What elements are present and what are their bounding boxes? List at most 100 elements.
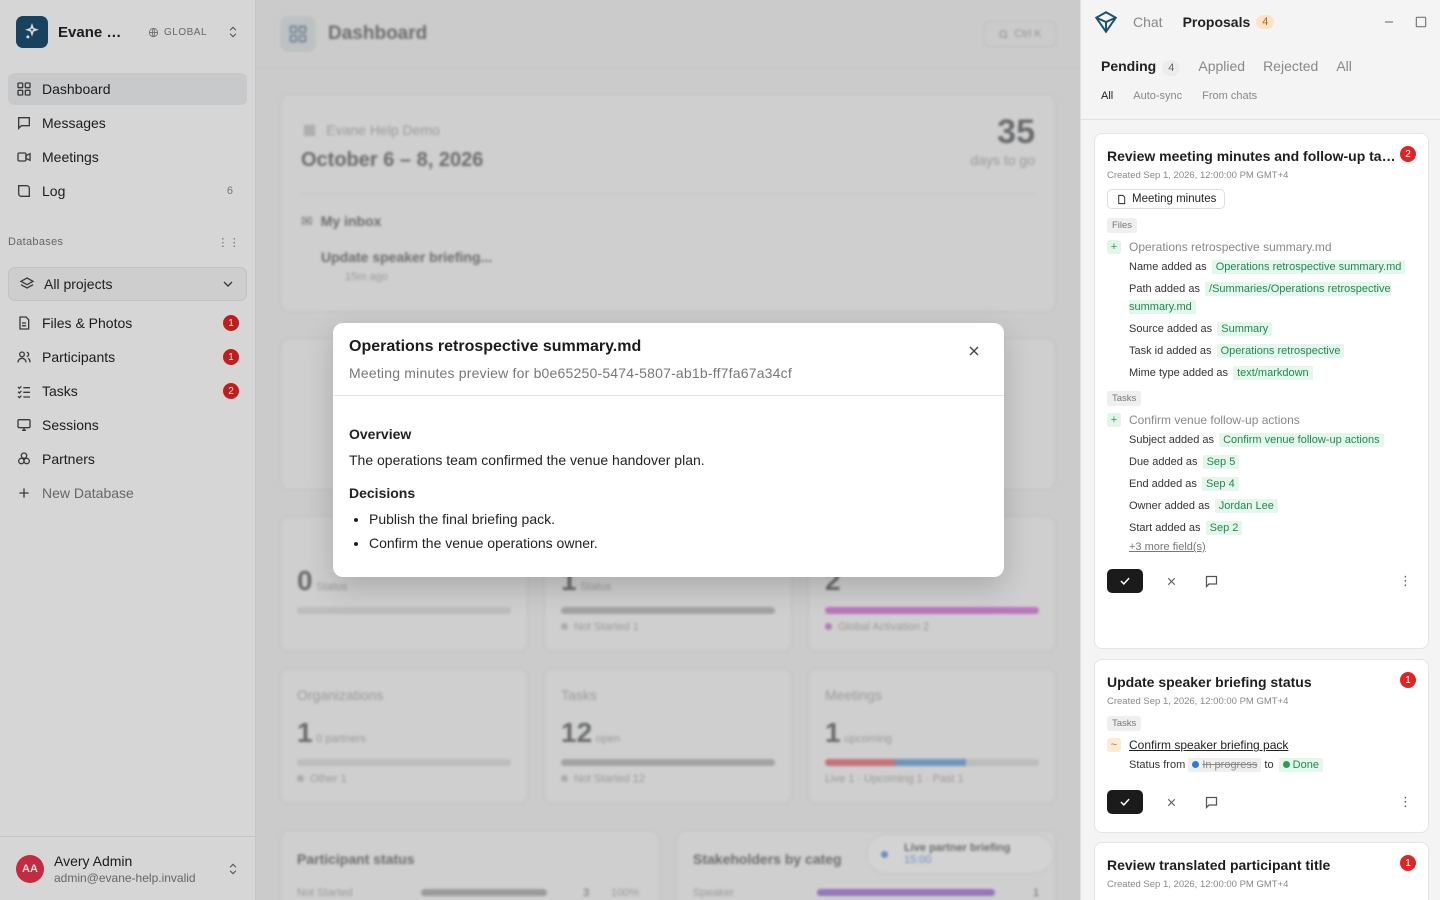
proposal-created: Created Sep 1, 2026, 12:00:00 PM GMT+4 — [1107, 170, 1289, 181]
file-preview-modal: Operations retrospective summary.md Meet… — [333, 323, 1004, 577]
field-change: Task id added as Operations retrospectiv… — [1129, 342, 1416, 360]
status-tabs: Pending 4 Applied Rejected All — [1081, 44, 1440, 76]
field-change: Mime type added as text/markdown — [1129, 364, 1416, 382]
plus-icon: + — [1107, 240, 1121, 254]
field-change: Owner added as Jordan Lee — [1129, 497, 1416, 515]
field-change: Name added as Operations retrospective s… — [1129, 258, 1416, 276]
maximize-icon[interactable] — [1414, 15, 1428, 29]
chip-label: Meeting minutes — [1132, 193, 1217, 205]
field-value: Confirm venue follow-up actions — [1219, 433, 1384, 447]
evane-logo-icon — [1094, 11, 1118, 34]
section-tag-tasks: Tasks — [1107, 716, 1142, 731]
tab-applied[interactable]: Applied — [1198, 58, 1245, 74]
field-value: Summary — [1217, 322, 1273, 336]
tab-pending[interactable]: Pending 4 — [1101, 58, 1181, 76]
field-value: Jordan Lee — [1214, 499, 1278, 513]
record-link[interactable]: Confirm speaker briefing pack — [1129, 738, 1288, 752]
comment-button[interactable] — [1199, 569, 1223, 593]
proposal-title[interactable]: Review meeting minutes and follow-up tas… — [1107, 148, 1397, 164]
tab-pending-label: Pending — [1101, 58, 1157, 74]
more-fields-link[interactable]: +3 more field(s) — [1129, 541, 1206, 553]
modal-body: Overview The operations team confirmed t… — [333, 396, 1004, 551]
close-icon[interactable] — [966, 343, 982, 359]
modify-icon: ~ — [1107, 738, 1121, 752]
more-menu-icon[interactable]: ⋮ — [1399, 794, 1412, 810]
change-count-badge: 2 — [1400, 146, 1416, 162]
change-count-badge: 1 — [1400, 672, 1416, 688]
field-label: Mime type added as — [1129, 367, 1229, 379]
modal-subtitle: Meeting minutes preview for b0e65250-547… — [349, 365, 792, 381]
comment-button[interactable] — [1199, 790, 1223, 814]
field-label: Subject added as — [1129, 434, 1215, 446]
field-label: Due added as — [1129, 456, 1198, 468]
proposal-title[interactable]: Review translated participant title — [1107, 857, 1397, 873]
reject-button[interactable] — [1159, 569, 1183, 593]
close-icon — [1167, 577, 1175, 585]
apply-button[interactable] — [1107, 569, 1143, 593]
field-change: End added as Sep 4 — [1129, 475, 1416, 493]
field-label: Name added as — [1129, 261, 1207, 273]
close-icon — [1167, 798, 1175, 806]
tab-proposals[interactable]: Proposals — [1183, 14, 1251, 30]
new-value: Done — [1278, 758, 1323, 772]
check-icon — [1120, 577, 1130, 585]
field-value: Sep 4 — [1201, 477, 1239, 491]
field-change: Status from In progress to Done — [1129, 756, 1416, 774]
old-value-text: In progress — [1202, 759, 1258, 771]
field-label: Owner added as — [1129, 500, 1210, 512]
field-change: Source added as Summary — [1129, 320, 1416, 338]
list-item: Confirm the venue operations owner. — [369, 535, 988, 551]
new-value-text: Done — [1292, 759, 1319, 771]
to-label: to — [1264, 759, 1274, 771]
file-icon — [1118, 194, 1126, 204]
source-chip[interactable]: Meeting minutes — [1107, 189, 1226, 209]
tab-all[interactable]: All — [1336, 58, 1352, 74]
field-value: Sep 2 — [1205, 521, 1243, 535]
section-tag-files: Files — [1107, 218, 1138, 233]
list-item: Publish the final briefing pack. — [369, 511, 988, 527]
proposal-card: Update speaker briefing status 1 Created… — [1094, 659, 1429, 833]
section-tag-tasks: Tasks — [1107, 391, 1142, 406]
field-change: Subject added as Confirm venue follow-up… — [1129, 431, 1416, 449]
old-value: In progress — [1188, 758, 1262, 772]
assistant-panel: Chat Proposals 4 Pending 4 Applied Reject… — [1080, 0, 1440, 900]
field-label: Start added as — [1129, 522, 1201, 534]
field-label: Path added as — [1129, 283, 1200, 295]
proposals-count-badge: 4 — [1256, 15, 1275, 29]
filter-from-chats[interactable]: From chats — [1202, 90, 1257, 102]
apply-button[interactable] — [1107, 790, 1143, 814]
proposal-created: Created Sep 1, 2026, 12:00:00 PM GMT+4 — [1107, 696, 1289, 707]
change-count-badge: 1 — [1400, 855, 1416, 871]
proposal-title[interactable]: Update speaker briefing status — [1107, 674, 1397, 690]
proposal-created: Created Sep 1, 2026, 12:00:00 PM GMT+4 — [1107, 879, 1289, 890]
modal-title: Operations retrospective summary.md — [349, 338, 642, 355]
proposal-card: Review translated participant title 1 Cr… — [1094, 842, 1429, 900]
minimize-icon[interactable] — [1382, 15, 1396, 29]
field-value: text/markdown — [1233, 366, 1313, 380]
section-text: The operations team confirmed the venue … — [349, 452, 705, 468]
field-label: End added as — [1129, 478, 1197, 490]
field-value: Operations retrospective — [1216, 344, 1345, 358]
field-change: Path added as /Summaries/Operations retr… — [1129, 280, 1416, 316]
filter-auto-sync[interactable]: Auto-sync — [1133, 90, 1182, 102]
field-value: Operations retrospective summary.md — [1211, 260, 1406, 274]
tab-chat[interactable]: Chat — [1133, 14, 1163, 30]
tab-rejected[interactable]: Rejected — [1263, 58, 1318, 74]
record-name: Confirm venue follow-up actions — [1129, 413, 1300, 427]
field-label: Task id added as — [1129, 345, 1212, 357]
reject-button[interactable] — [1159, 790, 1183, 814]
field-label: Status from — [1129, 759, 1186, 771]
field-change: Start added as Sep 2 — [1129, 519, 1416, 537]
record-name: Operations retrospective summary.md — [1129, 240, 1332, 254]
plus-icon: + — [1107, 413, 1121, 427]
more-menu-icon[interactable]: ⋮ — [1399, 573, 1412, 589]
section-heading: Overview — [349, 426, 412, 442]
check-icon — [1120, 798, 1130, 806]
proposal-card: Review meeting minutes and follow-up tas… — [1094, 133, 1429, 649]
filter-all[interactable]: All — [1101, 90, 1113, 102]
pending-count: 4 — [1162, 60, 1181, 76]
field-value: Sep 5 — [1202, 455, 1240, 469]
decision-list: Publish the final briefing pack. Confirm… — [349, 511, 988, 551]
field-change: Due added as Sep 5 — [1129, 453, 1416, 471]
section-heading: Decisions — [349, 485, 416, 501]
